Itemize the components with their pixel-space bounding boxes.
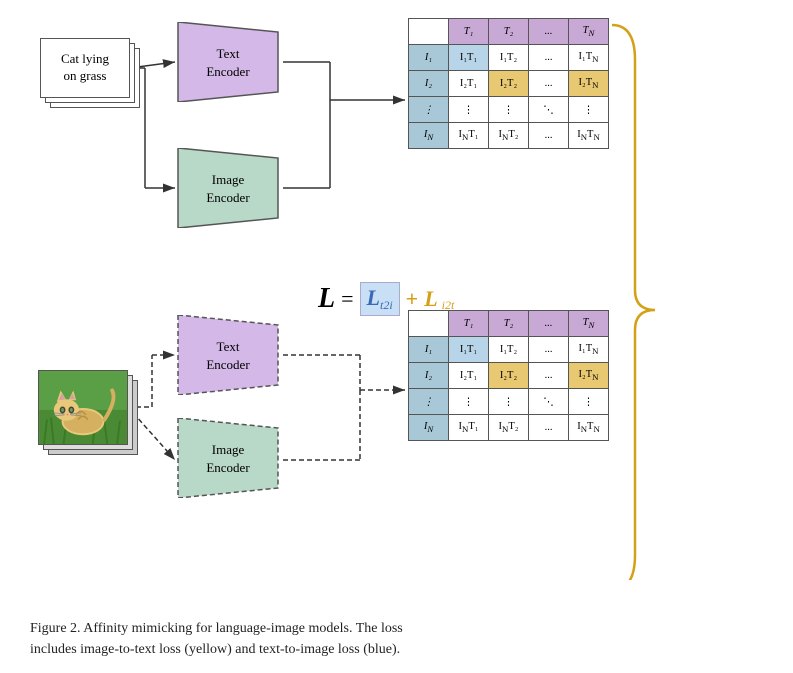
image-encoder-bottom-shape: Image Encoder	[168, 418, 288, 498]
svg-text:Encoder: Encoder	[206, 357, 250, 372]
image-encoder-top-shape: Image Encoder	[168, 148, 288, 228]
svg-text:Encoder: Encoder	[206, 190, 250, 205]
cat-image-box	[38, 370, 128, 445]
svg-text:Encoder: Encoder	[206, 460, 250, 475]
matrix-bottom-rowN: IN INT₁ INT₂ ... INTN	[409, 415, 609, 441]
matrix-bottom-header: T₁ T₂ ... TN	[409, 311, 609, 337]
matrix-bottom-row1: I₁ I₁T₁ I₁T₂ ... I₁TN	[409, 337, 609, 363]
text-encoder-top-shape: Text Encoder	[168, 22, 288, 102]
matrix-top-row-dots: ⋮ ⋮ ⋮ ⋱ ⋮	[409, 97, 609, 123]
svg-text:Encoder: Encoder	[206, 64, 250, 79]
caption-text: Figure 2. Affinity mimicking for languag…	[30, 621, 403, 658]
matrix-top-row2: I₂ I₂T₁ I₂T₂ ... I₂TN	[409, 71, 609, 97]
figure-caption: Figure 2. Affinity mimicking for languag…	[30, 618, 763, 661]
equation-equals: =	[341, 286, 353, 312]
matrix-top-rowN: IN INT₁ INT₂ ... INTN	[409, 123, 609, 149]
diagram-container: Cat lying on grass	[0, 0, 793, 580]
text-label: Cat lying on grass	[61, 51, 109, 85]
equation-L: L	[318, 283, 335, 315]
svg-text:Text: Text	[217, 339, 240, 354]
svg-text:Image: Image	[212, 442, 245, 457]
matrix-top-row1: I₁ I₁T₁ I₁T₂ ... I₁TN	[409, 45, 609, 71]
text-encoder-bottom-shape: Text Encoder	[168, 315, 288, 395]
matrix-bottom-row2: I₂ I₂T₁ I₂T₂ ... I₂TN	[409, 363, 609, 389]
matrix-bottom: T₁ T₂ ... TN I₁ I₁T₁ I₁T₂ ... I₁TN I₂ I₂…	[408, 310, 609, 441]
svg-text:Text: Text	[217, 46, 240, 61]
matrix-top-header: T₁ T₂ ... TN	[409, 19, 609, 45]
svg-text:Image: Image	[212, 172, 245, 187]
equation-lt2i: Lt2i	[360, 282, 400, 316]
equation-li2t: L	[424, 286, 437, 312]
equation-plus: +	[406, 286, 419, 312]
text-label-box: Cat lying on grass	[40, 38, 130, 98]
matrix-bottom-row-dots: ⋮ ⋮ ⋮ ⋱ ⋮	[409, 389, 609, 415]
matrix-top: T₁ T₂ ... TN I₁ I₁T₁ I₁T₂ ... I₁TN I₂ I₂…	[408, 18, 609, 149]
